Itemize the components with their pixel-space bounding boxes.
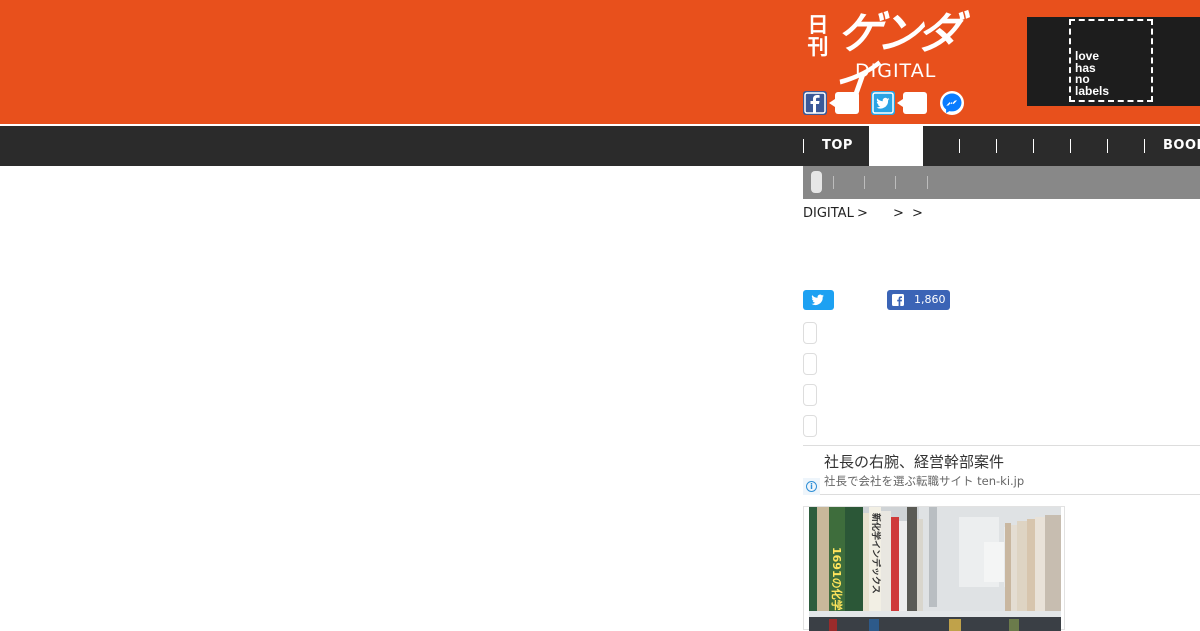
subnav-separator bbox=[895, 176, 896, 189]
bookshelf-photo[interactable]: 1691の化学商品 新化学インデックス bbox=[809, 507, 1061, 631]
facebook-share-count: 1,860 bbox=[914, 293, 946, 306]
messenger-button[interactable] bbox=[940, 91, 964, 115]
subnav-separator bbox=[927, 176, 928, 189]
messenger-icon bbox=[940, 91, 964, 115]
info-icon: i bbox=[806, 481, 817, 492]
subnav-separator bbox=[833, 176, 834, 189]
text-ad[interactable]: 社長の右腕、経営幹部案件 社長で会社を選ぶ転職サイト ten-ki.jp i bbox=[803, 445, 1200, 495]
ad-info-button[interactable]: i bbox=[803, 478, 820, 495]
site-logo[interactable]: 日刊 ゲンダイ DIGITAL bbox=[805, 8, 985, 107]
nav-separator bbox=[803, 139, 804, 153]
article-photo-card[interactable]: 1691の化学商品 新化学インデックス bbox=[803, 506, 1065, 631]
facebook-count-bubble bbox=[829, 92, 859, 114]
ad-line-4: labels bbox=[1075, 83, 1110, 98]
logo-kanji-small: 日刊 bbox=[807, 12, 829, 59]
nav-item-book[interactable]: BOOK bbox=[1163, 126, 1200, 166]
nav-separator bbox=[1070, 139, 1071, 153]
facebook-button[interactable] bbox=[803, 91, 827, 115]
breadcrumb-home[interactable]: DIGITAL bbox=[803, 205, 854, 223]
nav-separator bbox=[996, 139, 997, 153]
share-placeholder-box[interactable] bbox=[803, 322, 817, 344]
share-placeholder-box[interactable] bbox=[803, 353, 817, 375]
share-placeholder-box[interactable] bbox=[803, 415, 817, 437]
breadcrumb-separator: > bbox=[893, 206, 904, 221]
main-nav: TOP BOOK bbox=[0, 126, 1200, 166]
text-ad-title[interactable]: 社長の右腕、経営幹部案件 bbox=[824, 451, 1004, 472]
ad-banner-text: love has no labels bbox=[1075, 50, 1110, 98]
nav-separator bbox=[1033, 139, 1034, 153]
breadcrumb-separator: > bbox=[912, 206, 923, 221]
header-ad-banner[interactable]: love has no labels bbox=[1027, 17, 1200, 106]
site-header: 日刊 ゲンダイ DIGITAL love has no labels bbox=[0, 0, 1200, 124]
breadcrumb-separator: > bbox=[857, 206, 868, 221]
nav-item-top[interactable]: TOP bbox=[822, 126, 853, 166]
subnav-separator bbox=[864, 176, 865, 189]
facebook-share-button[interactable]: 1,860 bbox=[887, 290, 950, 310]
facebook-icon bbox=[803, 91, 827, 115]
twitter-icon bbox=[811, 294, 824, 305]
share-placeholder-box[interactable] bbox=[803, 384, 817, 406]
bookshelf-image: 1691の化学商品 新化学インデックス bbox=[809, 507, 1061, 631]
nav-separator bbox=[959, 139, 960, 153]
nav-separator bbox=[1107, 139, 1108, 153]
facebook-icon bbox=[892, 294, 904, 306]
text-ad-subtitle[interactable]: 社長で会社を選ぶ転職サイト ten-ki.jp bbox=[824, 473, 1024, 489]
logo-digital: DIGITAL bbox=[855, 60, 937, 82]
twitter-icon bbox=[871, 91, 895, 115]
sub-nav bbox=[803, 166, 1200, 199]
twitter-share-button[interactable] bbox=[803, 290, 834, 310]
subnav-active-pill[interactable] bbox=[811, 171, 822, 193]
twitter-count-bubble bbox=[897, 92, 927, 114]
nav-separator bbox=[1144, 139, 1145, 153]
ad-dashed-frame: love has no labels bbox=[1069, 19, 1153, 102]
twitter-button[interactable] bbox=[871, 91, 895, 115]
book-spine-text-2: 新化学インデックス bbox=[870, 513, 882, 594]
nav-item-active[interactable] bbox=[869, 126, 923, 166]
